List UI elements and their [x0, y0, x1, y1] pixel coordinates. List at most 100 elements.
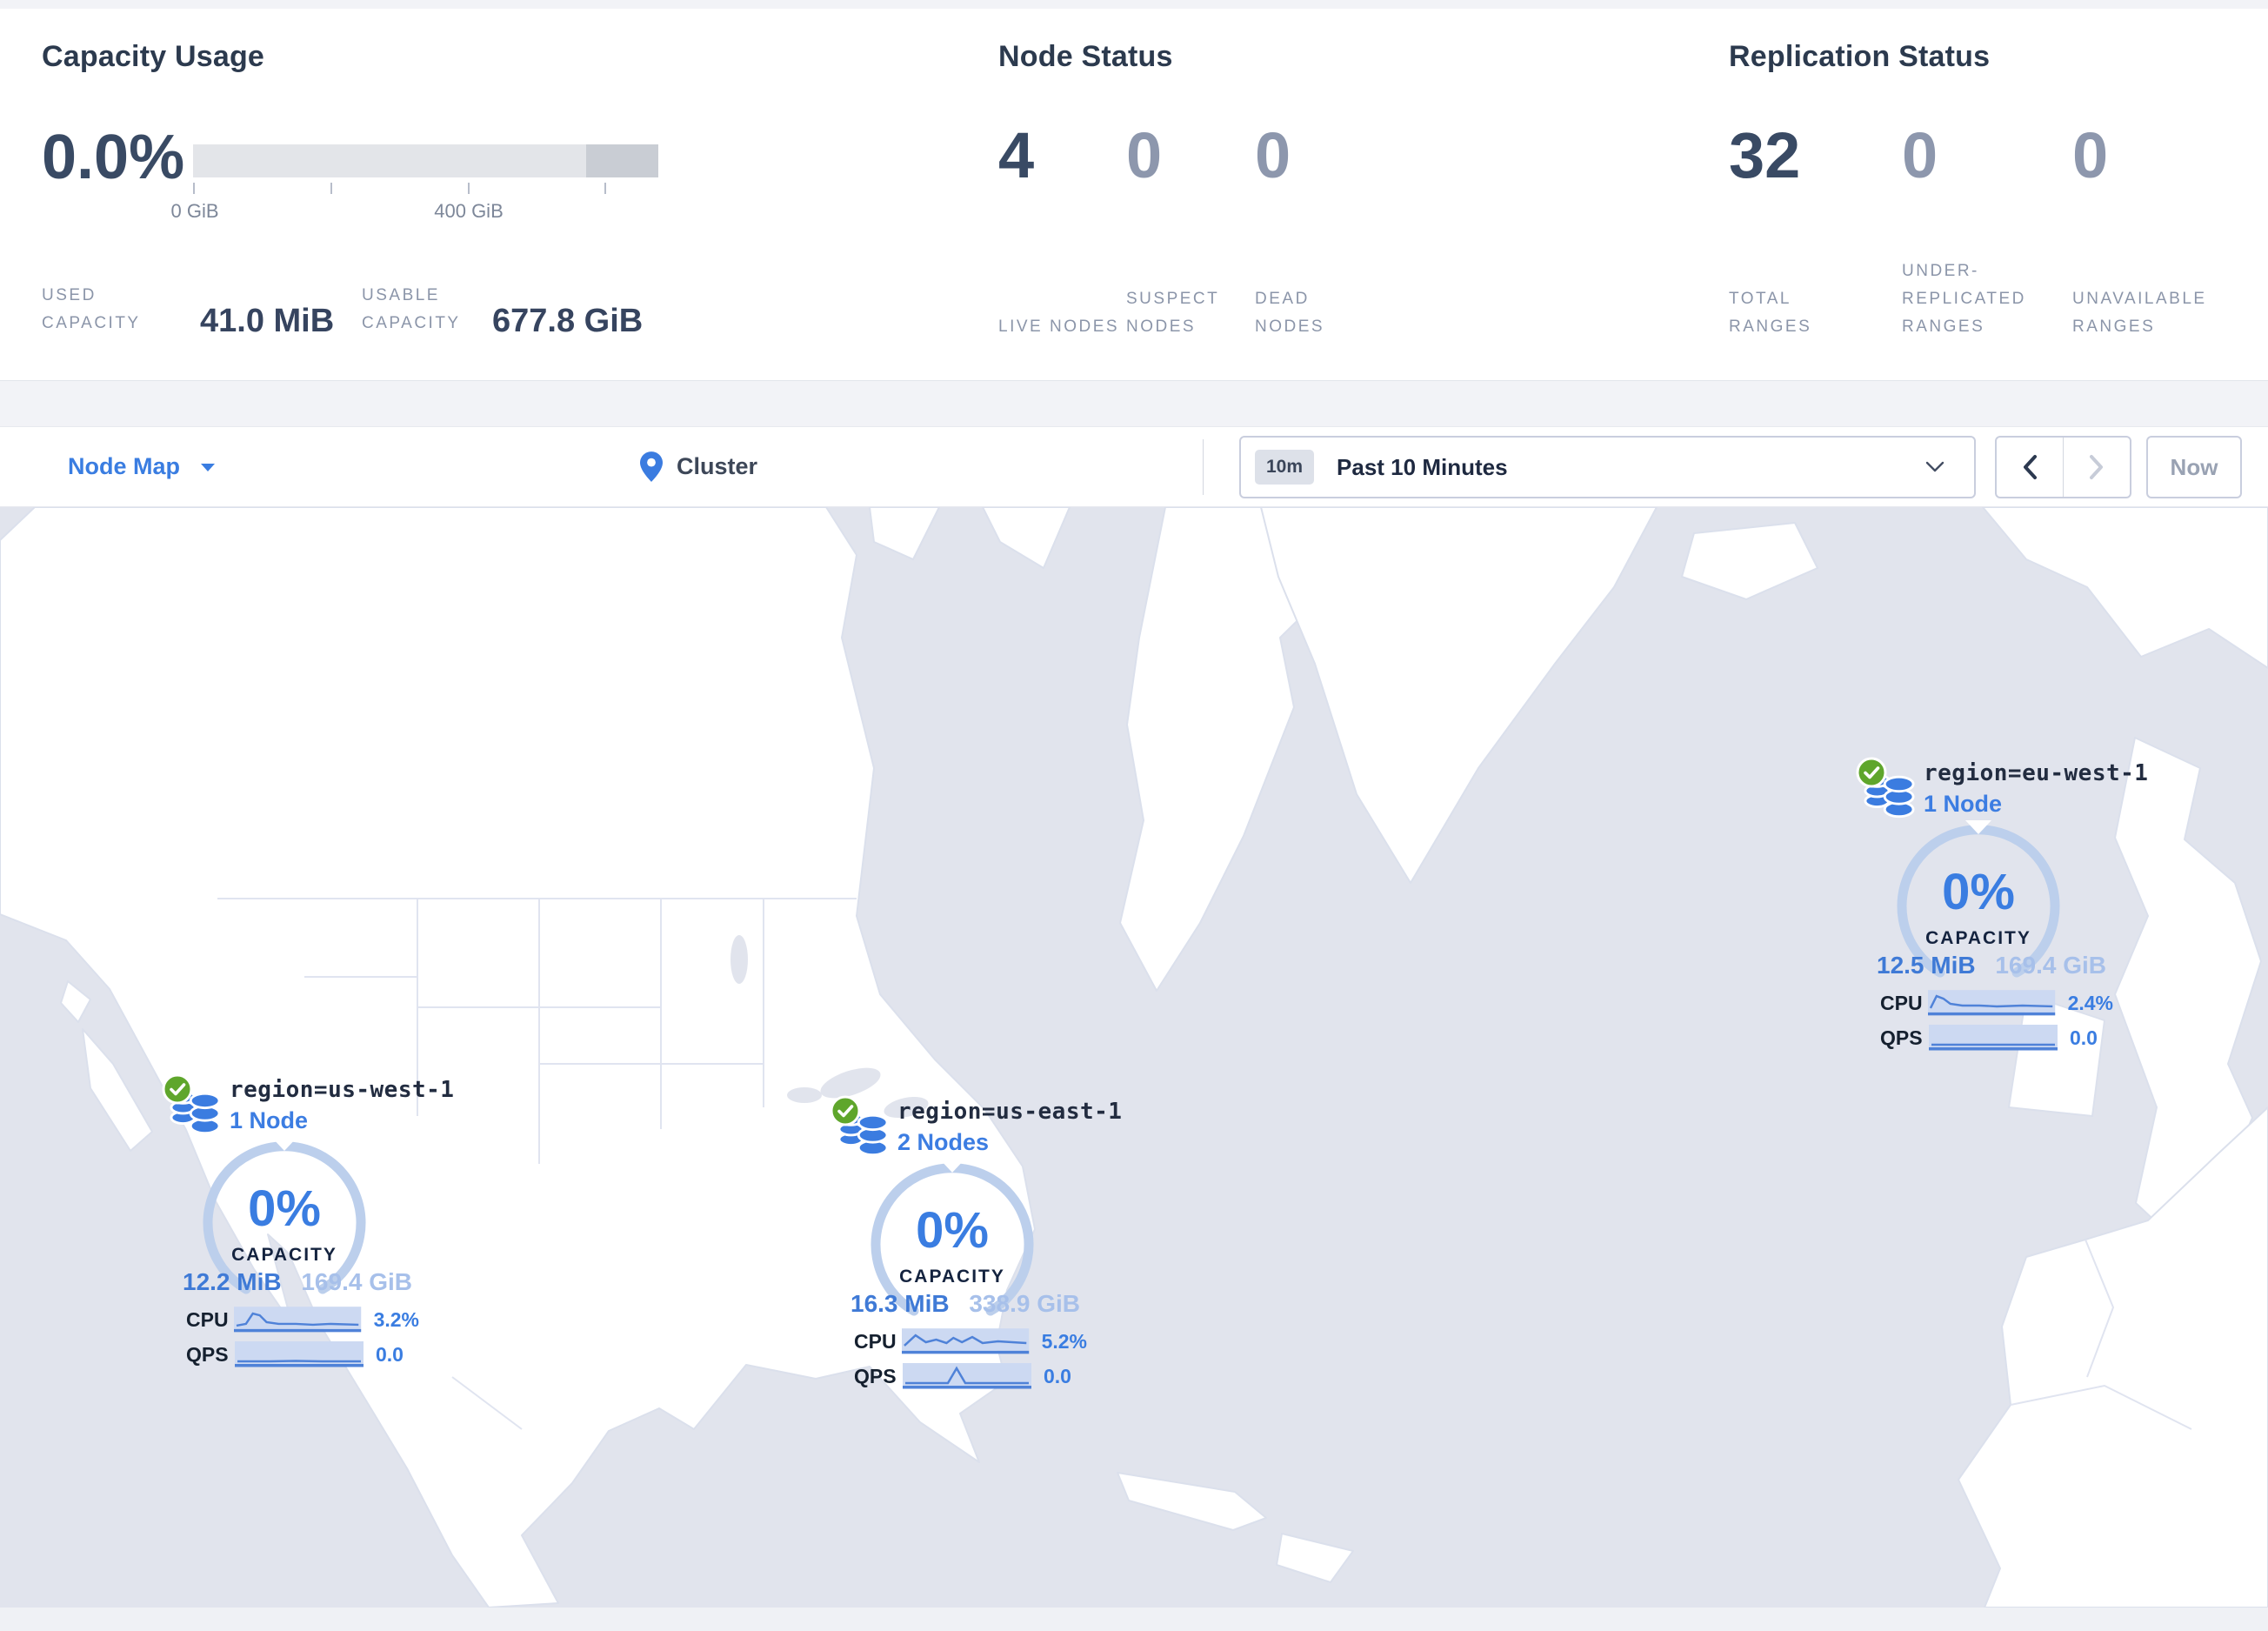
page-bottom-strip — [0, 1608, 2268, 1631]
gauge-capacity-label: CAPACITY — [899, 1266, 1005, 1287]
qps-value: 0.0 — [1044, 1364, 1071, 1387]
view-selector-label: Node Map — [68, 453, 181, 479]
time-window-label: Past 10 Minutes — [1337, 453, 1508, 480]
capacity-percent: 0.0% — [42, 123, 185, 192]
gauge-percent: 0% — [248, 1180, 321, 1237]
check-circle-icon — [830, 1095, 861, 1126]
suspect-nodes-label: SUSPECT NODES — [1126, 290, 1219, 336]
qps-label: QPS — [854, 1364, 897, 1387]
capacity-bar — [193, 144, 658, 177]
capacity-usable-value: 169.4 GiB — [301, 1268, 412, 1295]
cluster-summary-bar: Capacity Usage 0.0% 0 GiB 400 GiB USED C… — [0, 9, 2268, 381]
live-nodes-value: 4 — [998, 119, 1035, 191]
locality-marker-us-east-1[interactable]: region=us-east-1 2 Nodes 0% CAPACITY 16.… — [817, 1093, 1122, 1391]
region-name: region=us-west-1 — [230, 1077, 455, 1103]
capacity-bar-reserved-segment — [586, 144, 658, 177]
capacity-used-value: 16.3 MiB — [850, 1290, 950, 1317]
usable-capacity-label: USABLE CAPACITY — [362, 286, 461, 332]
suspect-nodes-value: 0 — [1126, 119, 1163, 191]
unavailable-ranges-label: UNAVAILABLE RANGES — [2072, 290, 2207, 336]
qps-metric-row: QPS 0.0 — [1880, 1023, 2113, 1053]
time-step-forward-button[interactable] — [2064, 438, 2131, 497]
qps-metric-row: QPS 0.0 — [186, 1340, 419, 1369]
gauge-percent: 0% — [916, 1201, 989, 1259]
page-top-strip — [0, 0, 2268, 9]
axis-tick — [604, 183, 606, 194]
cpu-label: CPU — [186, 1307, 229, 1331]
world-map[interactable] — [0, 507, 2268, 1608]
total-ranges-value: 32 — [1729, 119, 1801, 191]
capacity-used-value: 12.5 MiB — [1877, 952, 1976, 979]
capacity-used-value: 12.2 MiB — [183, 1268, 282, 1295]
usable-capacity-value: 677.8 GiB — [492, 303, 644, 339]
qps-label: QPS — [186, 1342, 229, 1366]
view-selector-dropdown[interactable]: Node Map — [68, 427, 217, 506]
unavailable-ranges-stat: 0 UNAVAILABLE RANGES — [2072, 120, 2251, 341]
qps-metric-row: QPS 0.0 — [854, 1361, 1087, 1391]
time-step-buttons — [1995, 436, 2131, 498]
dead-nodes-label: DEAD NODES — [1255, 290, 1325, 336]
caret-down-icon — [201, 463, 216, 471]
marker-head: region=us-east-1 2 Nodes — [817, 1093, 1122, 1157]
live-nodes-stat: 4 LIVE NODES — [998, 120, 1126, 341]
capacity-usage-title: Capacity Usage — [42, 40, 265, 73]
cluster-overview-page: Capacity Usage 0.0% 0 GiB 400 GiB USED C… — [0, 0, 2268, 1631]
cpu-value: 2.4% — [2067, 991, 2113, 1014]
node-status-stats: 4 LIVE NODES 0 SUSPECT NODES 0 DEAD NODE… — [998, 120, 1403, 341]
region-node-count: 2 Nodes — [897, 1129, 990, 1155]
time-range-dropdown[interactable]: 10m Past 10 Minutes — [1239, 436, 1976, 498]
map-toolbar: Node Map Cluster 10m Past 10 Minutes Now — [0, 426, 2268, 507]
capacity-usage-section: Capacity Usage 0.0% 0 GiB 400 GiB USED C… — [42, 9, 964, 380]
cpu-value: 3.2% — [373, 1307, 419, 1331]
gauge-percent: 0% — [1942, 863, 2015, 920]
capacity-axis: 0 GiB 400 GiB — [170, 183, 658, 222]
axis-label: 0 GiB — [170, 200, 219, 222]
capacity-usable-value: 338.9 GiB — [969, 1290, 1080, 1317]
qps-value: 0.0 — [2070, 1026, 2098, 1049]
marker-head: region=us-west-1 1 Node — [150, 1072, 454, 1135]
chevron-right-icon — [2089, 455, 2103, 479]
cpu-sparkline — [234, 1307, 362, 1333]
region-node-count: 1 Node — [1924, 791, 2003, 817]
total-ranges-stat: 32 TOTAL RANGES — [1729, 120, 1902, 341]
suspect-nodes-stat: 0 SUSPECT NODES — [1126, 120, 1255, 341]
time-step-back-button[interactable] — [1997, 438, 2064, 497]
qps-sparkline — [235, 1341, 364, 1367]
chevron-down-icon — [1925, 461, 1944, 472]
gauge-capacity-label: CAPACITY — [231, 1244, 337, 1265]
map-pin-icon — [640, 451, 663, 482]
node-map: region=us-west-1 1 Node 0% CAPACITY 12.2… — [0, 507, 2268, 1608]
spacer-band — [0, 381, 2268, 426]
unavailable-ranges-value: 0 — [2072, 119, 2109, 191]
now-button[interactable]: Now — [2146, 436, 2242, 498]
axis-label: 400 GiB — [434, 200, 504, 222]
cpu-metric-row: CPU 2.4% — [1880, 988, 2113, 1018]
region-name: region=eu-west-1 — [1924, 760, 2149, 786]
chevron-left-icon — [2023, 455, 2037, 479]
axis-tick — [468, 183, 470, 194]
node-status-section: Node Status 4 LIVE NODES 0 SUSPECT NODES… — [998, 9, 1694, 380]
axis-tick — [193, 183, 195, 194]
time-window-badge: 10m — [1255, 450, 1315, 485]
replication-status-title: Replication Status — [1729, 40, 1991, 73]
dead-nodes-stat: 0 DEAD NODES — [1255, 120, 1403, 341]
marker-head: region=eu-west-1 1 Node — [1844, 755, 2148, 819]
under-replicated-ranges-stat: 0 UNDER-REPLICATED RANGES — [1902, 120, 2072, 341]
live-nodes-label: LIVE NODES — [998, 318, 1120, 336]
used-capacity-value: 41.0 MiB — [200, 303, 335, 339]
breadcrumb[interactable]: Cluster — [640, 427, 757, 506]
qps-sparkline — [903, 1363, 1031, 1389]
cpu-sparkline — [902, 1328, 1030, 1354]
dead-nodes-value: 0 — [1255, 119, 1291, 191]
used-capacity-label: USED CAPACITY — [42, 286, 141, 332]
axis-tick — [330, 183, 332, 194]
toolbar-divider — [1203, 439, 1204, 495]
locality-marker-eu-west-1[interactable]: region=eu-west-1 1 Node 0% CAPACITY 12.5… — [1844, 755, 2148, 1053]
node-status-title: Node Status — [998, 40, 1173, 73]
under-replicated-ranges-value: 0 — [1902, 119, 1938, 191]
cpu-label: CPU — [1880, 991, 1923, 1014]
capacity-usable-value: 169.4 GiB — [1995, 952, 2106, 979]
total-ranges-label: TOTAL RANGES — [1729, 290, 1812, 336]
locality-marker-us-west-1[interactable]: region=us-west-1 1 Node 0% CAPACITY 12.2… — [150, 1072, 454, 1369]
region-name: region=us-east-1 — [897, 1099, 1123, 1125]
